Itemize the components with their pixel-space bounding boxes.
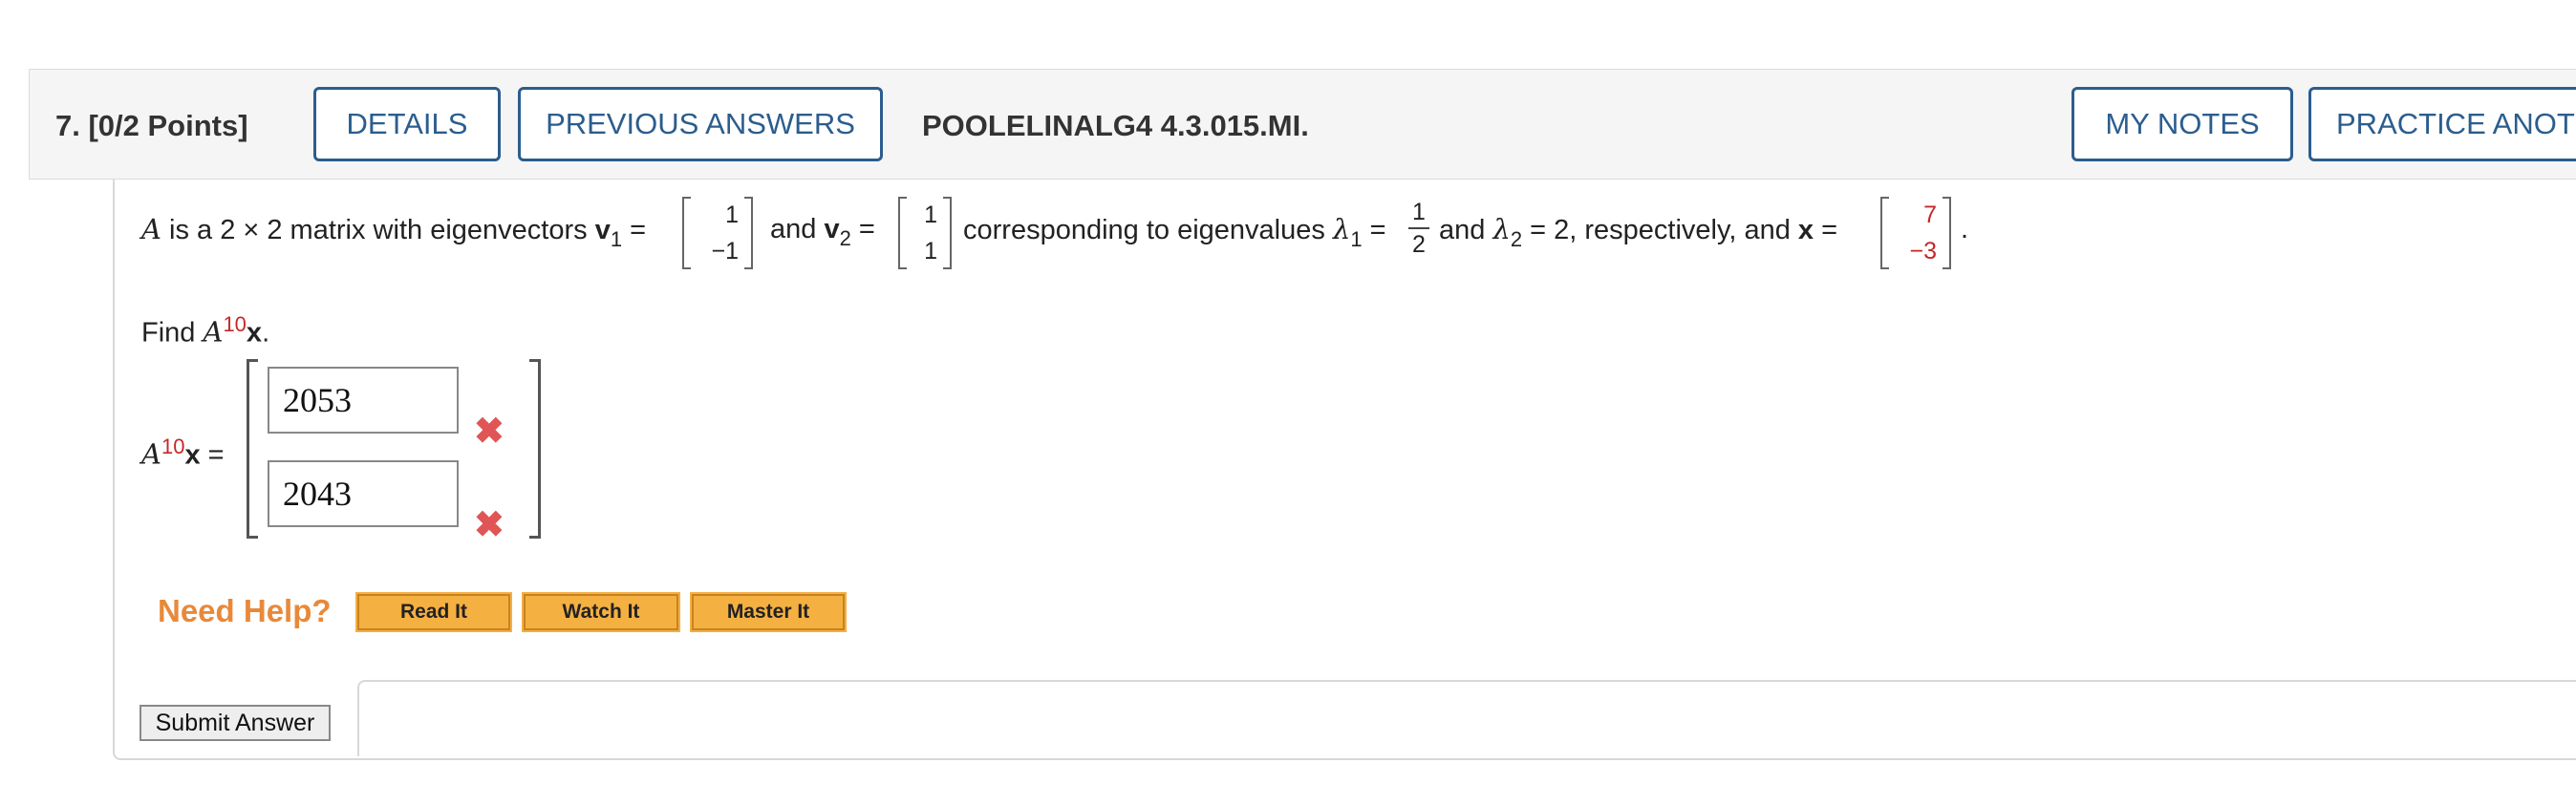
answer-a: A xyxy=(141,437,161,471)
bracket-left xyxy=(898,197,907,269)
my-notes-button[interactable]: MY NOTES xyxy=(2072,87,2293,161)
lambda-2-subscript: 2 xyxy=(1510,227,1523,251)
lambda-1-equals: = xyxy=(1362,215,1386,245)
v1-top: 1 xyxy=(725,202,739,228)
vector-x: 7 −3 xyxy=(1880,197,1951,269)
find-period: . xyxy=(262,317,270,349)
v2-subscript: 2 xyxy=(839,226,851,250)
lambda-2-symbol: λ xyxy=(1492,213,1511,245)
and-text-2: and xyxy=(1439,215,1493,245)
need-help-label: Need Help? xyxy=(158,593,332,628)
bracket-left xyxy=(1880,197,1889,269)
statement-period: . xyxy=(1961,214,1969,244)
answer-label: A10x = xyxy=(141,430,225,473)
x-symbol: x xyxy=(1797,215,1814,245)
lambda-1-subscript: 1 xyxy=(1350,227,1363,251)
find-exponent: 10 xyxy=(223,312,247,336)
bracket-right xyxy=(943,197,952,269)
x-mark-icon: ✖ xyxy=(474,412,504,452)
section-divider xyxy=(357,680,2576,756)
and-text-1: and xyxy=(770,214,825,244)
read-it-button[interactable]: Read It xyxy=(355,592,512,632)
answer-exponent: 10 xyxy=(161,435,185,458)
matrix-a: A xyxy=(141,213,161,245)
question-number: 7. [0/2 Points] xyxy=(55,109,248,142)
v1-equals: = xyxy=(622,215,647,245)
lambda-1-symbol: λ xyxy=(1332,213,1351,245)
practice-another-button[interactable]: PRACTICE ANOTHER xyxy=(2308,87,2576,161)
answer-bracket-right xyxy=(529,359,541,539)
x-top: 7 xyxy=(1923,202,1937,228)
problem-code: POOLELINALG4 4.3.015.MI. xyxy=(922,109,1309,142)
submit-answer-button[interactable]: Submit Answer xyxy=(140,705,331,741)
fraction-one-half: 1 2 xyxy=(1408,199,1429,258)
v2-equals: = xyxy=(850,214,875,244)
answer-x: x xyxy=(184,439,201,471)
previous-answers-button[interactable]: PREVIOUS ANSWERS xyxy=(518,87,883,161)
v1-bottom: −1 xyxy=(711,238,739,265)
answer-bracket-left xyxy=(247,359,258,539)
find-prompt: Find A10x. xyxy=(141,308,269,350)
watch-it-button[interactable]: Watch It xyxy=(522,592,680,632)
fraction-numerator: 1 xyxy=(1412,199,1426,225)
lambda-2-text: and λ2 = 2, respectively, and x = xyxy=(1439,212,1838,251)
bracket-right xyxy=(1943,197,1951,269)
intro-text: is a 2 × 2 matrix with eigenvectors xyxy=(161,215,595,245)
and-v2-text: and v2 = xyxy=(770,212,875,250)
fraction-bar xyxy=(1408,227,1429,229)
bracket-left xyxy=(682,197,691,269)
details-button[interactable]: DETAILS xyxy=(313,87,501,161)
answer-entry-1[interactable]: 2053 xyxy=(268,367,459,434)
v2-bottom: 1 xyxy=(924,238,937,265)
problem-intro: A is a 2 × 2 matrix with eigenvectors v1… xyxy=(141,212,647,251)
find-text: Find xyxy=(141,317,204,349)
eigenvalue-text: corresponding to eigenvalues λ1 = xyxy=(963,212,1386,251)
vector-v2: 1 1 xyxy=(898,197,952,269)
answer-equals: = xyxy=(200,439,225,471)
v2-top: 1 xyxy=(924,202,937,228)
find-x: x xyxy=(246,317,263,349)
fraction-denominator: 2 xyxy=(1412,231,1426,258)
corresponding-text: corresponding to eigenvalues xyxy=(963,215,1333,245)
v1-subscript: 1 xyxy=(610,227,623,251)
bracket-right xyxy=(744,197,753,269)
x-mark-icon: ✖ xyxy=(474,505,504,545)
find-a: A xyxy=(203,315,224,349)
lambda-2-rest: = 2, respectively, and xyxy=(1522,215,1798,245)
v1-symbol: v xyxy=(594,215,611,245)
x-equals: = xyxy=(1814,215,1838,245)
answer-entry-2[interactable]: 2043 xyxy=(268,460,459,527)
question-content xyxy=(113,180,2576,760)
master-it-button[interactable]: Master It xyxy=(690,592,847,632)
vector-v1: 1 −1 xyxy=(682,197,753,269)
v2-symbol: v xyxy=(824,214,840,244)
x-bottom: −3 xyxy=(1909,238,1937,265)
